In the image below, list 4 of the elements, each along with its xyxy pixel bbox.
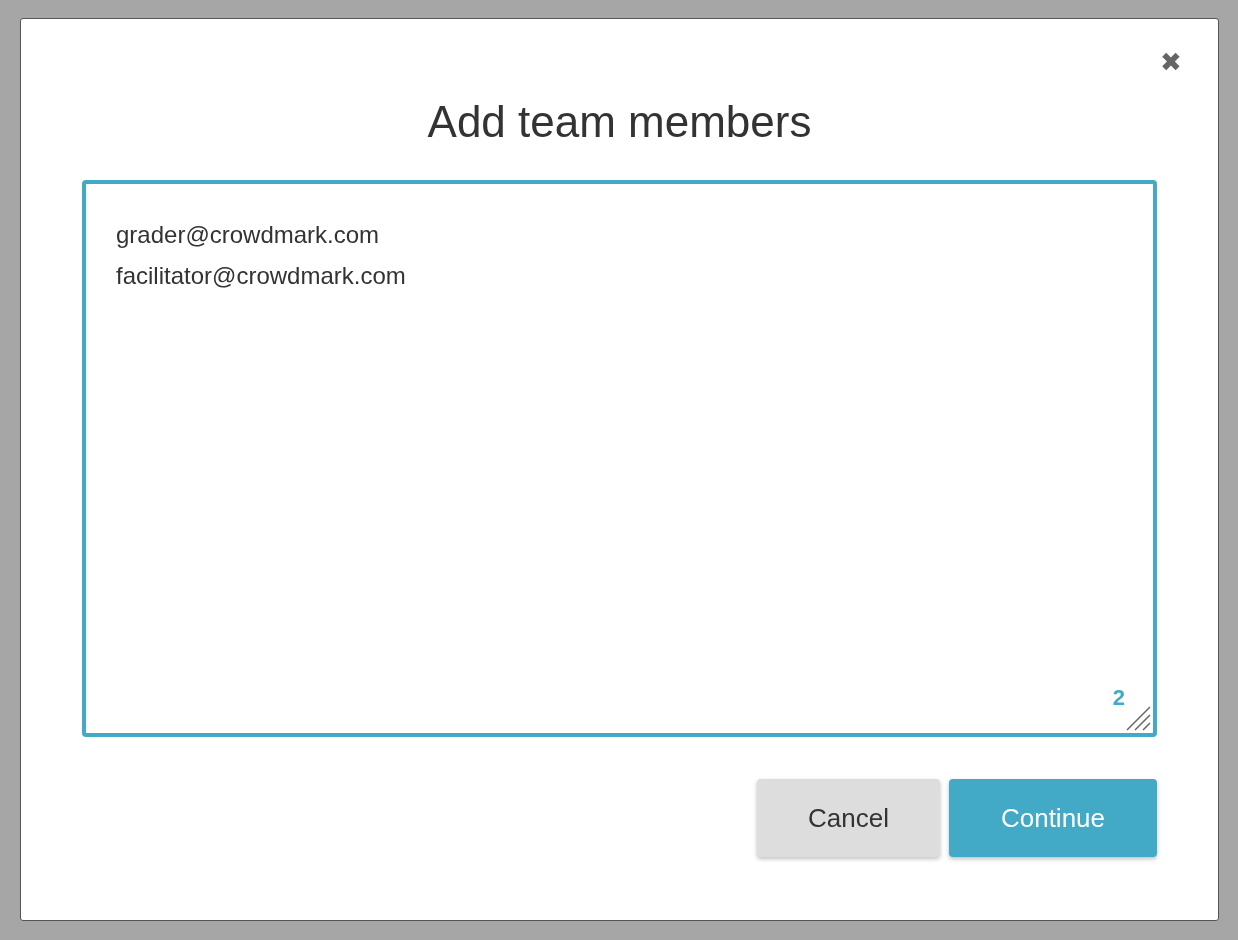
dialog-title: Add team members [427,96,812,148]
email-count: 2 [1112,687,1125,709]
cancel-button[interactable]: Cancel [757,779,940,857]
close-button[interactable]: ✖ [1160,49,1182,75]
